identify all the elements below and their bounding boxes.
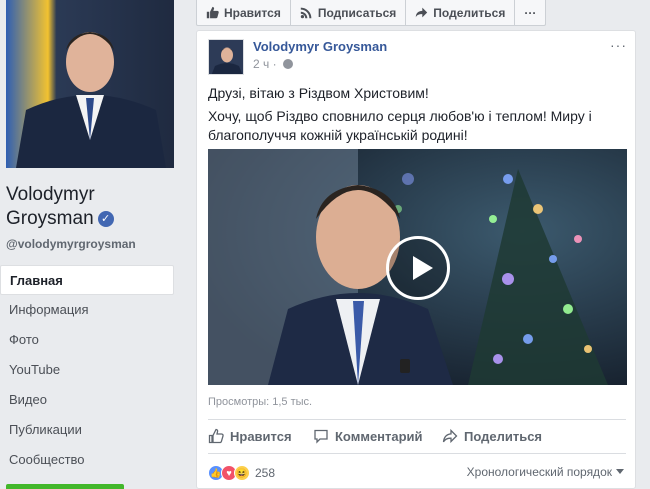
thumbs-up-icon [208, 428, 224, 444]
like-button[interactable]: Нравится [208, 428, 292, 444]
comment-order-dropdown[interactable]: Хронологический порядок [467, 465, 624, 479]
left-column: Volodymyr Groysman ✓ @volodymyrgroysman Г… [0, 0, 182, 489]
primary-action-button[interactable] [6, 484, 124, 489]
nav-item-youtube[interactable]: YouTube [0, 355, 174, 385]
subscribe-label: Подписаться [317, 5, 397, 20]
comment-icon [313, 428, 329, 444]
author-avatar[interactable] [208, 39, 244, 75]
order-label: Хронологический порядок [466, 465, 612, 479]
post-actions: Нравится Комментарий Поделиться [197, 423, 637, 451]
nav-item-videos[interactable]: Видео [0, 385, 174, 415]
nav-item-about[interactable]: Информация [0, 295, 174, 325]
reaction-count[interactable]: 258 [255, 466, 275, 480]
more-dots-icon: ··· [524, 5, 537, 20]
like-page-button[interactable]: Нравится [197, 0, 291, 25]
subscribe-button[interactable]: Подписаться [291, 0, 407, 25]
globe-icon[interactable] [282, 59, 293, 69]
like-label: Нравится [230, 428, 292, 444]
post-author[interactable]: Volodymyr Groysman [253, 39, 387, 54]
comment-label: Комментарий [335, 428, 423, 444]
verified-badge-icon: ✓ [97, 211, 114, 227]
profile-photo[interactable] [6, 0, 174, 168]
play-icon[interactable] [386, 236, 450, 300]
nav-item-photos[interactable]: Фото [0, 325, 174, 355]
nav-item-home[interactable]: Главная [0, 265, 174, 295]
divider [208, 453, 626, 454]
share-page-label: Поделиться [433, 5, 506, 20]
page-action-bar: Нравится Подписаться Поделиться ··· [196, 0, 547, 26]
share-page-button[interactable]: Поделиться [406, 0, 516, 25]
post-timestamp[interactable]: 2 ч [253, 57, 269, 71]
post-options-button[interactable]: ··· [610, 37, 627, 53]
post-separator: · [269, 57, 277, 71]
post-meta: 2 ч · [253, 57, 293, 71]
caret-down-icon [616, 469, 624, 474]
share-label: Поделиться [464, 428, 543, 444]
page-nav: Главная Информация Фото YouTube Видео Пу… [0, 265, 174, 475]
post-card: Volodymyr Groysman 2 ч · ··· Друзі, віта… [196, 30, 636, 489]
rss-icon [300, 6, 313, 19]
more-options-button[interactable]: ··· [515, 0, 545, 25]
divider [208, 419, 626, 420]
page-title[interactable]: Volodymyr Groysman ✓ [6, 183, 176, 231]
like-page-label: Нравится [224, 5, 281, 20]
share-arrow-icon [442, 428, 458, 444]
page-name-text[interactable]: Volodymyr Groysman [6, 184, 95, 229]
nav-item-posts[interactable]: Публикации [0, 415, 174, 445]
thumbs-up-icon [206, 6, 219, 19]
haha-reaction-icon: 😆 [234, 465, 250, 481]
post-text-line1: Друзі, вітаю з Різдвом Христовим! [208, 85, 429, 101]
comment-button[interactable]: Комментарий [313, 428, 423, 444]
post-video[interactable] [208, 149, 627, 385]
share-arrow-icon [415, 6, 428, 19]
share-button[interactable]: Поделиться [442, 428, 542, 444]
post-text-line2: Хочу, щоб Різдво сповнило серця любов'ю … [208, 108, 592, 143]
view-count: Просмотры: 1,5 тыс. [208, 396, 313, 408]
nav-item-community[interactable]: Сообщество [0, 445, 174, 475]
page-handle[interactable]: @volodymyrgroysman [6, 237, 136, 251]
reaction-summary[interactable]: 👍 ♥ 😆 258 [208, 465, 275, 481]
